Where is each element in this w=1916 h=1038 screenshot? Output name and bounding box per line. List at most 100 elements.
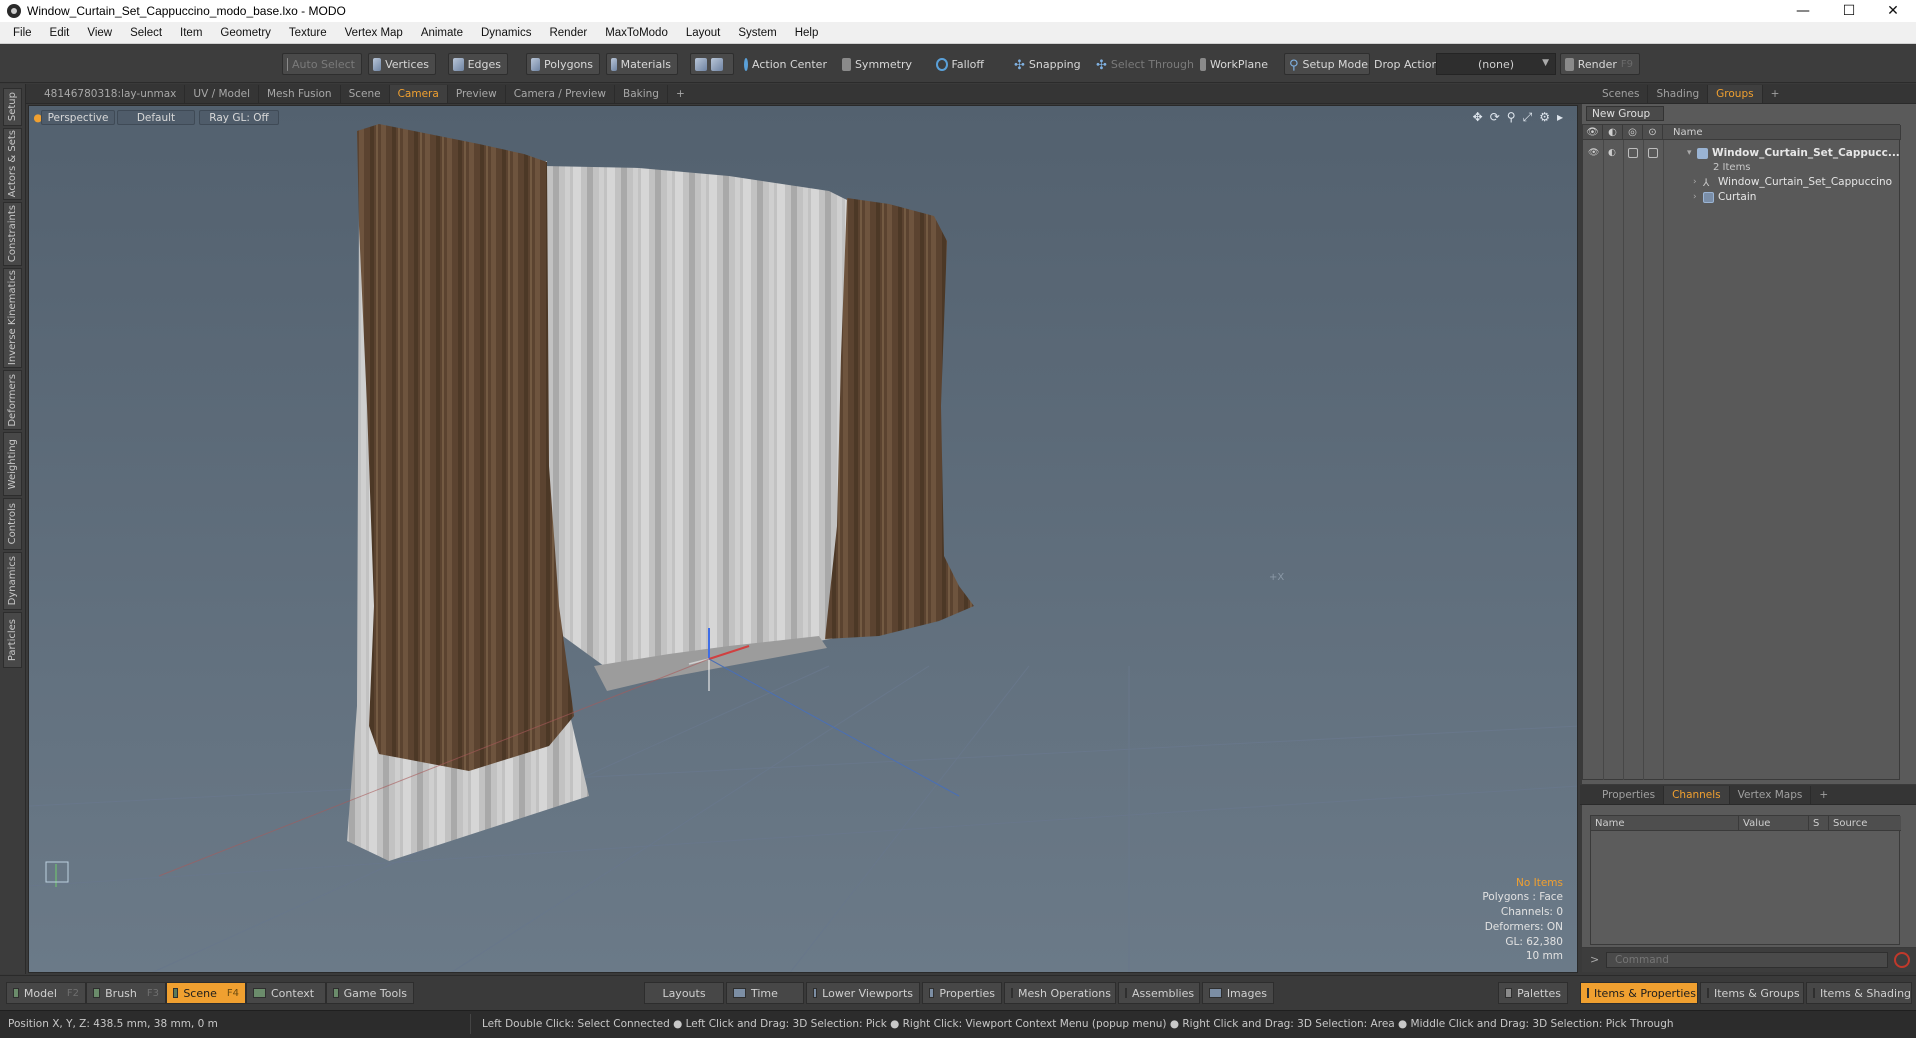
- group-child-mesh[interactable]: › Curtain: [1583, 188, 1901, 206]
- select-through-button[interactable]: ✣ Select Through: [1092, 53, 1194, 75]
- drop-action-dropdown[interactable]: (none) ▼: [1436, 53, 1556, 75]
- item-mode-buttons[interactable]: [690, 53, 734, 75]
- rotate-icon[interactable]: ⟳: [1490, 110, 1500, 125]
- vtab-constraints[interactable]: Constraints: [3, 202, 22, 266]
- gear-icon[interactable]: ⚙: [1539, 110, 1550, 125]
- palettes-button[interactable]: Palettes: [1498, 982, 1568, 1004]
- vertices-button[interactable]: Vertices: [368, 53, 436, 75]
- menu-geometry[interactable]: Geometry: [211, 27, 280, 39]
- collapse-icon[interactable]: ▾: [1687, 148, 1692, 158]
- new-group-button[interactable]: New Group: [1586, 106, 1664, 121]
- vtab-controls[interactable]: Controls: [3, 498, 22, 550]
- symmetry-button[interactable]: Symmetry: [838, 53, 918, 75]
- tab-preview[interactable]: Preview: [448, 84, 506, 103]
- items-shading-button[interactable]: Items & Shading: [1806, 982, 1912, 1004]
- menu-vertex-map[interactable]: Vertex Map: [336, 27, 412, 39]
- close-button[interactable]: ✕: [1870, 0, 1916, 22]
- vtab-dynamics[interactable]: Dynamics: [3, 552, 22, 610]
- snapping-button[interactable]: ✣ Snapping: [1010, 53, 1084, 75]
- menu-file[interactable]: File: [4, 27, 41, 39]
- menu-item[interactable]: Item: [171, 27, 211, 39]
- action-center-button[interactable]: Action Center: [740, 53, 830, 75]
- render-column-icon[interactable]: ◐: [1603, 125, 1623, 140]
- tab-channels[interactable]: Channels: [1664, 785, 1730, 804]
- tab-lay-unmax[interactable]: 48146780318:lay-unmax: [26, 84, 186, 103]
- vtab-weighting[interactable]: Weighting: [3, 432, 22, 496]
- pan-icon[interactable]: ✥: [1473, 110, 1483, 125]
- menu-select[interactable]: Select: [121, 27, 171, 39]
- polygons-button[interactable]: Polygons: [526, 53, 600, 75]
- tab-uv-model[interactable]: UV / Model: [185, 84, 259, 103]
- vtab-actors-sets[interactable]: Actors & Sets: [3, 128, 22, 200]
- time-button[interactable]: Time: [726, 982, 804, 1004]
- tab-scenes[interactable]: Scenes: [1594, 84, 1649, 103]
- menu-render[interactable]: Render: [540, 27, 596, 39]
- materials-button[interactable]: Materials: [606, 53, 678, 75]
- lock-column-icon[interactable]: ◎: [1623, 125, 1643, 140]
- render-button[interactable]: Render F9: [1560, 53, 1640, 75]
- tab-properties[interactable]: Properties: [1594, 785, 1665, 804]
- scene-layout-button[interactable]: Scene F4: [166, 982, 246, 1004]
- model-layout-button[interactable]: Model F2: [6, 982, 86, 1004]
- menu-edit[interactable]: Edit: [41, 27, 79, 39]
- menu-help[interactable]: Help: [786, 27, 828, 39]
- channels-name-header[interactable]: Name: [1591, 816, 1739, 831]
- menu-animate[interactable]: Animate: [412, 27, 472, 39]
- tab-shading[interactable]: Shading: [1648, 84, 1709, 103]
- context-layout-button[interactable]: Context: [246, 982, 326, 1004]
- scene-render[interactable]: [29, 106, 1578, 973]
- eye-icon[interactable]: 👁: [1588, 148, 1599, 158]
- perspective-dropdown[interactable]: Perspective: [41, 110, 115, 125]
- select-toggle[interactable]: [1648, 148, 1658, 158]
- menu-dynamics[interactable]: Dynamics: [472, 27, 540, 39]
- lower-viewports-button[interactable]: Lower Viewports: [806, 982, 920, 1004]
- mesh-operations-button[interactable]: Mesh Operations: [1004, 982, 1116, 1004]
- lock-toggle[interactable]: [1628, 148, 1638, 158]
- images-button[interactable]: Images: [1202, 982, 1274, 1004]
- menu-maxtomodo[interactable]: MaxToModo: [596, 27, 677, 39]
- zoom-icon[interactable]: ⚲: [1507, 110, 1516, 125]
- 3d-viewport[interactable]: ● Perspective Default Ray GL: Off ✥ ⟳ ⚲ …: [28, 105, 1578, 973]
- layouts-button[interactable]: Layouts: [644, 982, 724, 1004]
- items-properties-button[interactable]: Items & Properties: [1580, 982, 1698, 1004]
- workplane-button[interactable]: WorkPlane: [1196, 53, 1274, 75]
- tab-camera[interactable]: Camera: [389, 84, 448, 103]
- expand-arrow-icon[interactable]: ▸: [1557, 110, 1563, 125]
- menu-system[interactable]: System: [729, 27, 785, 39]
- falloff-button[interactable]: Falloff: [932, 53, 990, 75]
- tab-vertex-maps[interactable]: Vertex Maps: [1730, 785, 1812, 804]
- brush-layout-button[interactable]: Brush F3: [86, 982, 166, 1004]
- channels-s-header[interactable]: S: [1809, 816, 1829, 831]
- tab-mesh-fusion[interactable]: Mesh Fusion: [259, 84, 341, 103]
- menu-view[interactable]: View: [78, 27, 121, 39]
- shading-dropdown[interactable]: Default: [117, 110, 195, 125]
- tab-camera-preview[interactable]: Camera / Preview: [506, 84, 615, 103]
- menu-layout[interactable]: Layout: [677, 27, 730, 39]
- properties-button[interactable]: Properties: [922, 982, 1002, 1004]
- tab-groups[interactable]: Groups: [1708, 84, 1763, 103]
- command-input[interactable]: [1606, 952, 1888, 968]
- render-toggle-icon[interactable]: ◐: [1608, 148, 1618, 158]
- add-mid-tab-button[interactable]: +: [1811, 786, 1836, 804]
- assemblies-button[interactable]: Assemblies: [1118, 982, 1200, 1004]
- vtab-particles[interactable]: Particles: [3, 612, 22, 668]
- edges-button[interactable]: Edges: [448, 53, 508, 75]
- channels-source-header[interactable]: Source: [1829, 816, 1901, 831]
- select-column-icon[interactable]: ⊙: [1643, 125, 1663, 140]
- tab-baking[interactable]: Baking: [615, 84, 668, 103]
- vtab-inverse-kinematics[interactable]: Inverse Kinematics: [3, 268, 22, 368]
- maximize-icon[interactable]: ⤢: [1523, 110, 1533, 125]
- menu-texture[interactable]: Texture: [280, 27, 336, 39]
- setup-mode-button[interactable]: ⚲ Setup Mode: [1284, 53, 1370, 75]
- items-groups-button[interactable]: Items & Groups: [1700, 982, 1804, 1004]
- visibility-column-icon[interactable]: 👁: [1583, 125, 1603, 140]
- add-right-tab-button[interactable]: +: [1763, 85, 1788, 103]
- maximize-button[interactable]: ☐: [1826, 0, 1872, 22]
- stop-icon[interactable]: [1894, 952, 1910, 968]
- vtab-deformers[interactable]: Deformers: [3, 370, 22, 430]
- channels-value-header[interactable]: Value: [1739, 816, 1809, 831]
- tab-scene[interactable]: Scene: [341, 84, 390, 103]
- auto-select-button[interactable]: Auto Select: [282, 53, 362, 75]
- game-tools-layout-button[interactable]: Game Tools: [326, 982, 414, 1004]
- raygl-toggle[interactable]: Ray GL: Off: [199, 110, 279, 125]
